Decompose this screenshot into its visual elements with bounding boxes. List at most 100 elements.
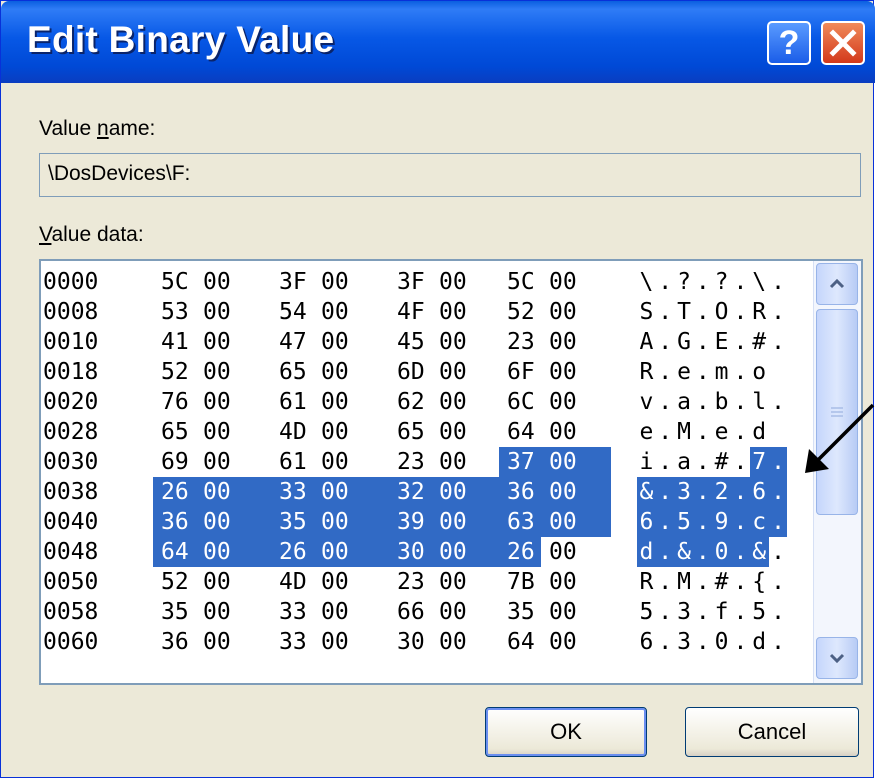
help-button[interactable]: ? — [767, 21, 811, 65]
hex-byte[interactable]: 5C — [499, 267, 541, 297]
hex-byte[interactable]: 33 — [271, 627, 313, 657]
ascii-char[interactable]: d — [637, 537, 656, 567]
hex-byte[interactable]: 7B — [499, 567, 541, 597]
ascii-char[interactable]: d — [750, 627, 769, 657]
hex-byte[interactable]: 61 — [271, 447, 313, 477]
hex-row[interactable]: 0050 52 00 4D 00 23 00 7B 00 R. M. #.{. — [41, 567, 821, 597]
ascii-char[interactable]: . — [656, 297, 675, 327]
ascii-char[interactable]: 2 — [712, 477, 731, 507]
hex-byte[interactable]: 00 — [313, 327, 389, 357]
hex-byte[interactable]: 23 — [389, 567, 431, 597]
hex-byte[interactable]: 00 — [431, 327, 499, 357]
ascii-char[interactable]: . — [656, 597, 675, 627]
hex-byte[interactable]: 00 — [195, 627, 271, 657]
ascii-char[interactable]: f — [712, 597, 731, 627]
hex-byte[interactable]: 00 — [195, 537, 271, 567]
hex-byte[interactable]: 69 — [153, 447, 195, 477]
hex-byte[interactable]: 00 — [195, 447, 271, 477]
ascii-char[interactable]: b — [712, 387, 731, 417]
ascii-char[interactable]: l — [750, 387, 769, 417]
hex-row[interactable]: 0038 26 00 33 00 32 00 36 00 &. 3. 2. 6. — [41, 477, 821, 507]
ascii-char[interactable]: . — [656, 447, 675, 477]
hex-row[interactable]: 0020 76 00 61 00 62 00 6C 00 v. a. b. l. — [41, 387, 821, 417]
ascii-char[interactable]: 5 — [750, 597, 769, 627]
ascii-char[interactable]: # — [712, 567, 731, 597]
ascii-char[interactable]: . — [731, 387, 750, 417]
ascii-char[interactable] — [769, 357, 788, 387]
ascii-char[interactable]: . — [693, 537, 713, 567]
hex-byte[interactable]: 00 — [313, 267, 389, 297]
hex-row[interactable]: 0048 64 00 26 00 30 00 26 00 d. &. 0. &. — [41, 537, 821, 567]
hex-byte[interactable]: 00 — [541, 537, 611, 567]
hex-byte[interactable]: 00 — [431, 267, 499, 297]
hex-byte[interactable]: 54 — [271, 297, 313, 327]
hex-byte[interactable]: 00 — [431, 627, 499, 657]
hex-byte[interactable]: 00 — [313, 597, 389, 627]
hex-byte[interactable]: 5C — [153, 267, 195, 297]
hex-byte[interactable]: 39 — [389, 507, 431, 537]
ascii-char[interactable]: M — [675, 417, 694, 447]
hex-byte[interactable]: 00 — [431, 357, 499, 387]
hex-byte[interactable]: 41 — [153, 327, 195, 357]
hex-byte[interactable]: 76 — [153, 387, 195, 417]
hex-byte[interactable]: 3F — [389, 267, 431, 297]
hex-byte[interactable]: 30 — [389, 627, 431, 657]
value-name-field[interactable]: \DosDevices\F: — [39, 153, 861, 197]
hex-byte[interactable]: 00 — [313, 297, 389, 327]
hex-byte[interactable]: 00 — [195, 267, 271, 297]
ascii-char[interactable]: . — [693, 417, 712, 447]
hex-byte[interactable]: 35 — [499, 597, 541, 627]
hex-byte[interactable]: 65 — [389, 417, 431, 447]
hex-byte[interactable]: 35 — [271, 507, 313, 537]
ascii-char[interactable]: A — [637, 327, 656, 357]
ascii-char[interactable]: 0 — [712, 537, 731, 567]
hex-byte[interactable]: 00 — [431, 477, 499, 507]
ascii-char[interactable]: . — [731, 297, 750, 327]
ascii-char[interactable]: 9 — [712, 507, 731, 537]
hex-byte[interactable]: 00 — [195, 597, 271, 627]
hex-row[interactable]: 0000 5C 00 3F 00 3F 00 5C 00 \.?.?. \. — [41, 267, 821, 297]
ascii-char[interactable]: . — [656, 327, 675, 357]
hex-byte[interactable]: 6C — [499, 387, 541, 417]
ascii-char[interactable]: . — [655, 507, 675, 537]
ascii-char[interactable]: . — [769, 327, 788, 357]
ascii-char[interactable]: . — [731, 357, 750, 387]
ascii-char[interactable]: 6 — [637, 507, 656, 537]
hex-byte[interactable]: 00 — [541, 507, 611, 537]
ascii-char[interactable]: . — [731, 597, 750, 627]
hex-byte[interactable]: 00 — [541, 297, 611, 327]
hex-byte[interactable]: 4F — [389, 297, 431, 327]
hex-byte[interactable]: 00 — [313, 507, 389, 537]
hex-byte[interactable]: 64 — [499, 417, 541, 447]
ascii-char[interactable]: . — [693, 477, 713, 507]
ascii-char[interactable]: . — [731, 567, 750, 597]
ascii-char[interactable]: { — [750, 567, 769, 597]
ascii-char[interactable]: a — [675, 447, 694, 477]
hex-byte[interactable]: 52 — [153, 357, 195, 387]
ascii-char[interactable]: v — [637, 387, 656, 417]
hex-byte[interactable]: 00 — [195, 297, 271, 327]
ascii-char[interactable]: . — [693, 297, 712, 327]
ascii-char[interactable]: . — [656, 627, 675, 657]
ascii-char[interactable]: . — [769, 267, 788, 297]
hex-byte[interactable]: 6D — [389, 357, 431, 387]
hex-byte[interactable]: 00 — [431, 537, 499, 567]
ok-button[interactable]: OK — [485, 707, 647, 757]
ascii-char[interactable]: . — [693, 627, 712, 657]
hex-byte[interactable]: 00 — [195, 507, 271, 537]
ascii-char[interactable]: & — [674, 537, 694, 567]
ascii-char[interactable]: a — [675, 387, 694, 417]
hex-byte[interactable]: 32 — [389, 477, 431, 507]
ascii-char[interactable]: & — [637, 477, 656, 507]
ascii-char[interactable]: c — [749, 507, 769, 537]
hex-byte[interactable]: 00 — [313, 477, 389, 507]
hex-byte[interactable]: 6F — [499, 357, 541, 387]
hex-byte[interactable]: 47 — [271, 327, 313, 357]
hex-byte[interactable]: 00 — [313, 537, 389, 567]
hex-byte[interactable]: 00 — [541, 447, 611, 477]
ascii-char[interactable]: e — [712, 417, 731, 447]
ascii-char[interactable]: . — [731, 477, 750, 507]
hex-byte[interactable]: 3F — [271, 267, 313, 297]
ascii-char[interactable]: # — [712, 447, 731, 477]
hex-row[interactable]: 0058 35 00 33 00 66 00 35 00 5. 3. f. 5. — [41, 597, 821, 627]
